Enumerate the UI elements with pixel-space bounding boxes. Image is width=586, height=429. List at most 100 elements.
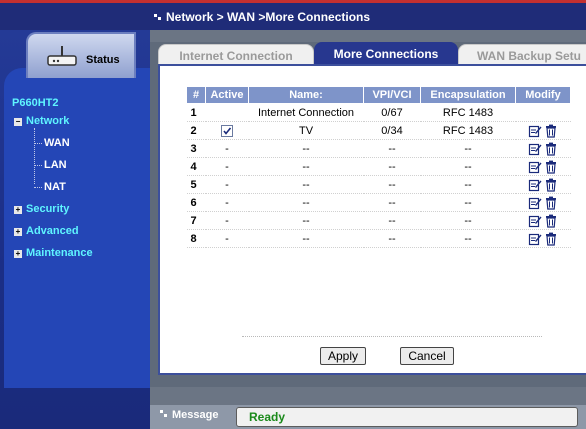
nav-maintenance[interactable]: + Maintenance xyxy=(14,247,93,259)
row-encapsulation: -- xyxy=(420,229,516,248)
row-number: 1 xyxy=(186,103,206,122)
table-row: 4- -- -- -- xyxy=(186,157,571,176)
table-row: 1 Internet Connection 0/67 RFC 1483 xyxy=(186,103,571,122)
row-active: - xyxy=(205,211,249,230)
nav-security[interactable]: + Security xyxy=(14,203,69,215)
row-active: - xyxy=(205,229,249,248)
tree-line xyxy=(34,128,35,184)
delete-icon[interactable] xyxy=(544,178,558,192)
row-modify xyxy=(515,175,571,194)
table-row: 3- -- -- -- xyxy=(186,139,571,158)
edit-icon[interactable] xyxy=(528,160,542,174)
edit-icon[interactable] xyxy=(528,232,542,246)
message-dots-icon xyxy=(160,410,167,417)
message-field: Ready xyxy=(236,407,578,427)
header-active: Active xyxy=(205,86,249,104)
row-name: -- xyxy=(248,175,364,194)
header-name: Name: xyxy=(248,86,364,104)
edit-icon[interactable] xyxy=(528,142,542,156)
active-checkbox[interactable] xyxy=(221,124,233,137)
row-encapsulation: -- xyxy=(420,193,516,212)
row-number: 6 xyxy=(186,193,206,212)
header-vpivci: VPI/VCI xyxy=(363,86,421,104)
tab-bar: Internet Connection More Connections WAN… xyxy=(158,42,586,67)
router-icon xyxy=(47,46,77,66)
message-label-wrap: Message xyxy=(160,409,218,421)
status-tab[interactable]: Status xyxy=(26,32,136,78)
row-name: Internet Connection xyxy=(248,103,364,122)
nav-item-nat[interactable]: NAT xyxy=(44,181,66,193)
divider xyxy=(242,336,542,337)
row-vpivci: -- xyxy=(363,175,421,194)
row-name: -- xyxy=(248,157,364,176)
row-name: -- xyxy=(248,211,364,230)
nav-item-lan[interactable]: LAN xyxy=(44,159,67,171)
delete-icon[interactable] xyxy=(544,142,558,156)
row-modify xyxy=(515,229,571,248)
edit-icon[interactable] xyxy=(528,124,542,138)
tree-branch xyxy=(34,187,42,188)
row-active: - xyxy=(205,139,249,158)
row-number: 5 xyxy=(186,175,206,194)
nav-maintenance-label: Maintenance xyxy=(26,247,93,259)
row-encapsulation: -- xyxy=(420,139,516,158)
table-row: 5- -- -- -- xyxy=(186,175,571,194)
expand-icon: + xyxy=(14,227,22,236)
delete-icon[interactable] xyxy=(544,124,558,138)
delete-icon[interactable] xyxy=(544,196,558,210)
row-modify xyxy=(515,103,571,122)
row-number: 2 xyxy=(186,121,206,140)
nav-advanced-label: Advanced xyxy=(26,225,79,237)
row-encapsulation: RFC 1483 xyxy=(420,121,516,140)
top-red-line xyxy=(0,0,586,3)
row-name: -- xyxy=(248,139,364,158)
status-label: Status xyxy=(86,54,120,66)
apply-button[interactable]: Apply xyxy=(320,347,366,365)
edit-icon[interactable] xyxy=(528,178,542,192)
expand-icon: + xyxy=(14,205,22,214)
header-num: # xyxy=(186,86,206,104)
row-number: 3 xyxy=(186,139,206,158)
main-area: Internet Connection More Connections WAN… xyxy=(150,30,586,429)
row-number: 8 xyxy=(186,229,206,248)
row-modify xyxy=(515,121,571,140)
edit-icon[interactable] xyxy=(528,214,542,228)
row-active: - xyxy=(205,193,249,212)
row-modify xyxy=(515,139,571,158)
nav-network[interactable]: − Network xyxy=(14,115,69,127)
row-vpivci: -- xyxy=(363,139,421,158)
row-modify xyxy=(515,193,571,212)
cancel-button[interactable]: Cancel xyxy=(400,347,454,365)
tree-branch xyxy=(34,165,42,166)
row-active: - xyxy=(205,157,249,176)
row-vpivci: -- xyxy=(363,211,421,230)
row-number: 7 xyxy=(186,211,206,230)
table-row: 8- -- -- -- xyxy=(186,229,571,248)
row-vpivci: 0/34 xyxy=(363,121,421,140)
delete-icon[interactable] xyxy=(544,160,558,174)
table-row: 2 TV 0/34 RFC 1483 xyxy=(186,121,571,140)
nav-security-label: Security xyxy=(26,203,70,215)
row-vpivci: 0/67 xyxy=(363,103,421,122)
connections-table: # Active Name: VPI/VCI Encapsulation Mod… xyxy=(186,86,571,248)
nav-item-wan[interactable]: WAN xyxy=(44,137,70,149)
row-active: - xyxy=(205,175,249,194)
table-row: 7- -- -- -- xyxy=(186,211,571,230)
row-vpivci: -- xyxy=(363,193,421,212)
row-encapsulation: -- xyxy=(420,211,516,230)
breadcrumb-text: Network > WAN >More Connections xyxy=(166,10,371,24)
delete-icon[interactable] xyxy=(544,232,558,246)
message-label: Message xyxy=(172,409,219,421)
row-number: 4 xyxy=(186,157,206,176)
top-bar: Network > WAN >More Connections xyxy=(0,0,586,30)
row-vpivci: -- xyxy=(363,157,421,176)
nav-advanced[interactable]: + Advanced xyxy=(14,225,79,237)
row-encapsulation: RFC 1483 xyxy=(420,103,516,122)
connections-panel: # Active Name: VPI/VCI Encapsulation Mod… xyxy=(158,64,586,375)
header-encapsulation: Encapsulation xyxy=(420,86,516,104)
device-name: P660HT2 xyxy=(12,97,59,109)
edit-icon[interactable] xyxy=(528,196,542,210)
row-name: -- xyxy=(248,229,364,248)
delete-icon[interactable] xyxy=(544,214,558,228)
row-active[interactable] xyxy=(205,121,249,140)
